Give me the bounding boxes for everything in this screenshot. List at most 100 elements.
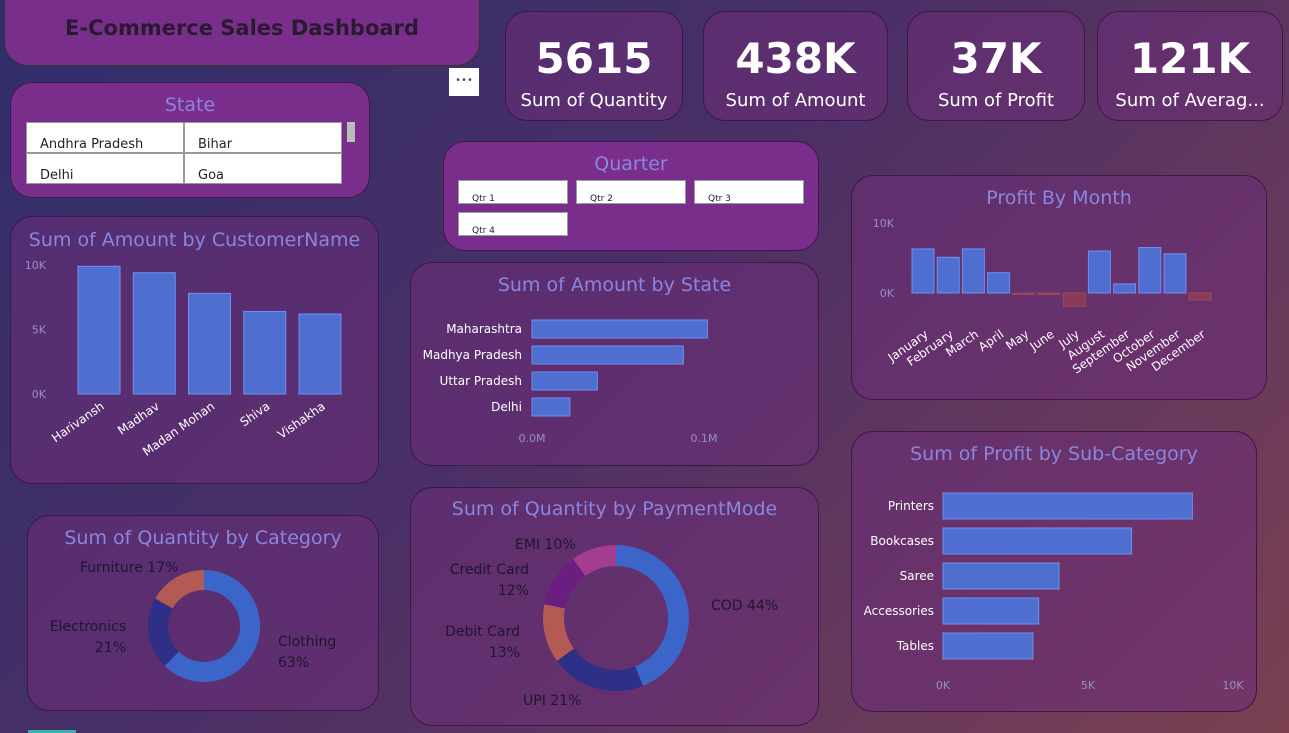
- data-label: Credit Card: [450, 562, 529, 578]
- kpi-value: 438K: [735, 34, 856, 83]
- y-tick-label: Maharashtra: [446, 322, 522, 336]
- kpi-card-average: 121K Sum of Averag...: [1097, 11, 1283, 121]
- slicer-item-delhi[interactable]: Delhi: [26, 153, 184, 184]
- bar-december: [1188, 292, 1212, 301]
- kpi-value: 121K: [1129, 34, 1251, 83]
- page-title: E-Commerce Sales Dashboard: [65, 16, 419, 40]
- slice-electronics: [147, 598, 179, 666]
- y-tick-label: 10K: [873, 217, 895, 230]
- x-tick-label: Madhav: [115, 399, 162, 438]
- bar-vishakha: [298, 313, 342, 395]
- amount-by-state-chart: Maharashtra Madhya Pradesh Uttar Pradesh De…: [423, 319, 718, 445]
- bar-printers: [942, 492, 1193, 520]
- bar-september: [1113, 283, 1137, 294]
- state-slicer: State Andhra Pradesh Bihar Delhi Goa: [10, 82, 370, 198]
- data-label: 21%: [95, 640, 126, 656]
- quantity-by-category-chart: Clothing 63% Electronics 21% Furniture 17%: [50, 560, 336, 682]
- x-tick-label: 10K: [1222, 679, 1244, 692]
- bar-may: [1012, 292, 1036, 295]
- bar-february: [936, 256, 960, 294]
- y-tick-label: 10K: [25, 259, 47, 272]
- y-tick-label: 0K: [880, 287, 895, 300]
- chart-card-quantity-by-category: Sum of Quantity by Category Clothing 63% E…: [27, 515, 379, 711]
- bar-madhav: [132, 272, 176, 395]
- quantity-by-paymentmode-chart: COD 44% UPI 21% Debit Card 13% Credit Card 12…: [445, 537, 778, 709]
- kpi-value: 37K: [950, 34, 1042, 83]
- x-tick-label: May: [1003, 327, 1031, 353]
- profit-by-month-chart: 10K0KJanuaryFebruaryMarchAprilMayJune Jul…: [873, 217, 1212, 377]
- y-tick-label: Delhi: [491, 400, 522, 414]
- bar-madhya-pradesh: [531, 345, 684, 365]
- quarter-option-qtr3[interactable]: Qtr 3: [694, 180, 804, 204]
- bar-october: [1138, 247, 1162, 294]
- amount-by-customer-chart: 0K5K10KHarivansh MadhavMadan Mohan Shiva Vi…: [25, 259, 342, 459]
- x-tick-label: 0.1M: [691, 432, 718, 445]
- data-label: Electronics: [50, 619, 126, 635]
- y-tick-label: Madhya Pradesh: [423, 348, 522, 362]
- x-tick-label: 0.0M: [519, 432, 546, 445]
- y-tick-label: Saree: [900, 569, 934, 583]
- bar-harivansh: [77, 265, 121, 395]
- bar-april: [987, 272, 1011, 294]
- kpi-label: Sum of Amount: [725, 90, 866, 111]
- data-label: COD 44%: [711, 598, 778, 614]
- chart-card-profit-by-subcategory: Sum of Profit by Sub-Category Printers Bo…: [851, 431, 1257, 712]
- more-options-button[interactable]: •••: [449, 68, 479, 96]
- x-tick-label: 0K: [936, 679, 951, 692]
- bar-delhi: [531, 397, 571, 417]
- x-tick-label: April: [976, 327, 1007, 354]
- slicer-item-goa[interactable]: Goa: [184, 153, 342, 184]
- data-label: EMI 10%: [515, 537, 576, 553]
- chart-card-amount-by-state: Sum of Amount by State Maharashtra Madhya…: [410, 262, 819, 466]
- bar-june: [1037, 292, 1061, 295]
- bar-july: [1062, 292, 1086, 307]
- bar-august: [1087, 250, 1111, 294]
- bar-tables: [942, 632, 1034, 660]
- y-tick-label: Uttar Pradesh: [440, 374, 522, 388]
- slicer-item-bihar[interactable]: Bihar: [184, 122, 342, 153]
- bar-uttar-pradesh: [531, 371, 598, 391]
- quarter-slicer: Quarter Qtr 1 Qtr 2 Qtr 3 Qtr 4: [443, 141, 819, 251]
- slicer-item-andhra-pradesh[interactable]: Andhra Pradesh: [26, 122, 184, 153]
- data-label: Clothing: [278, 634, 336, 650]
- chart-card-profit-by-month: Profit By Month 10K 0K January February Marc…: [851, 175, 1267, 400]
- slicer-scrollbar[interactable]: [347, 122, 355, 142]
- x-tick-label: Vishakha: [275, 399, 328, 442]
- quarter-option-qtr2[interactable]: Qtr 2: [576, 180, 686, 204]
- x-tick-label: Harivansh: [49, 399, 107, 445]
- x-tick-label: Shiva: [237, 399, 272, 429]
- kpi-label: Sum of Averag...: [1115, 90, 1265, 111]
- bar-bookcases: [942, 527, 1132, 555]
- quarter-option-qtr4[interactable]: Qtr 4: [458, 212, 568, 236]
- y-tick-label: Tables: [896, 639, 934, 653]
- chart-card-quantity-by-paymentmode: Sum of Quantity by PaymentMode COD 44% UP…: [410, 487, 819, 726]
- data-label: 63%: [278, 655, 309, 671]
- slicer-title: Quarter: [594, 153, 668, 175]
- y-tick-label: 5K: [32, 324, 47, 337]
- bar-saree: [942, 562, 1060, 590]
- y-tick-label: Accessories: [864, 604, 934, 618]
- kpi-card-quantity: 5615 Sum of Quantity: [505, 11, 683, 121]
- y-tick-label: Bookcases: [870, 534, 934, 548]
- slice-upi: [556, 648, 643, 691]
- chart-card-amount-by-customer: Sum of Amount by CustomerName 0K 5K 10K Har…: [10, 216, 379, 484]
- bar-march: [961, 248, 985, 294]
- bar-november: [1163, 253, 1187, 294]
- slicer-title: State: [164, 94, 216, 116]
- bar-january: [911, 248, 935, 294]
- kpi-card-profit: 37K Sum of Profit: [907, 11, 1085, 121]
- bar-madan-mohan: [188, 292, 231, 395]
- data-label: Furniture 17%: [80, 560, 178, 576]
- slice-cod: [616, 545, 689, 686]
- quarter-option-qtr1[interactable]: Qtr 1: [458, 180, 568, 204]
- data-label: 13%: [489, 645, 520, 661]
- data-label: Debit Card: [445, 624, 520, 640]
- x-tick-label: 5K: [1081, 679, 1096, 692]
- data-label: 12%: [498, 583, 529, 599]
- dashboard-title-card: E-Commerce Sales Dashboard: [4, 0, 480, 66]
- profit-by-subcategory-chart: Printers Bookcases Saree Accessories Tables 0…: [864, 492, 1244, 692]
- bar-shiva: [243, 310, 287, 395]
- kpi-label: Sum of Quantity: [520, 90, 668, 111]
- x-tick-label: June: [1026, 327, 1056, 354]
- y-tick-label: 0K: [32, 388, 47, 401]
